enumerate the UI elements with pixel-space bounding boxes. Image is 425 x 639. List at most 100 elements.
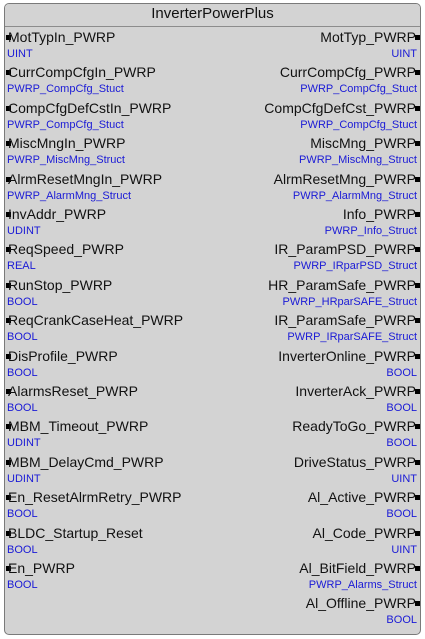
input-pin[interactable]: ReqSpeed_PWRP REAL (5, 241, 215, 276)
input-pin[interactable]: En_ResetAlrmRetry_PWRP BOOL (5, 489, 215, 524)
pin-type: BOOL (7, 579, 38, 591)
pin-type: UINT (391, 48, 417, 60)
pin-type: BOOL (386, 614, 417, 627)
pin-type: BOOL (7, 543, 38, 556)
pin-type: PWRP_CompCfg_Stuct (300, 118, 417, 131)
pin-type: BOOL (7, 366, 38, 379)
pin-name: En_PWRP (8, 560, 75, 576)
pin-name: ReqSpeed_PWRP (8, 241, 124, 258)
pin-name: InvAddr_PWRP (8, 206, 107, 222)
input-pin[interactable]: MBM_DelayCmd_PWRP UDINT (5, 454, 215, 489)
output-pin[interactable]: AlrmResetMng_PWRP PWRP_AlarmMng_Struct (210, 171, 420, 206)
input-pin[interactable]: InvAddr_PWRP UDINT (5, 206, 215, 241)
pin-name: MiscMng_PWRP (310, 135, 416, 152)
pin-name: IR_ParamPSD_PWRP (274, 241, 416, 258)
pin-name: BLDC_Startup_Reset (8, 524, 143, 541)
output-pin[interactable]: Al_Offline_PWRP BOOL (210, 595, 420, 630)
pin-name: AlrmResetMngIn_PWRP (8, 170, 163, 187)
output-pin[interactable]: HR_ParamSafe_PWRP PWRP_HRparSAFE_Struct (210, 277, 420, 312)
output-pin[interactable]: CurrCompCfg_PWRP PWRP_CompCfg_Stuct (210, 64, 420, 99)
input-pin[interactable]: BLDC_Startup_Reset BOOL (5, 525, 215, 560)
pin-name: DriveStatus_PWRP (293, 453, 416, 470)
pin-name: Info_PWRP (342, 206, 416, 222)
input-pin[interactable]: DisProfile_PWRP BOOL (5, 348, 215, 383)
pin-type: PWRP_Alarms_Struct (308, 579, 417, 591)
pin-type: BOOL (7, 508, 38, 521)
pin-name: AlrmResetMng_PWRP (273, 170, 416, 187)
output-pin[interactable]: MotTyp_PWRP UINT (210, 29, 420, 64)
pin-name: AlarmsReset_PWRP (8, 383, 138, 399)
pin-type: PWRP_AlarmMng_Struct (292, 189, 417, 202)
input-pin[interactable]: MotTypIn_PWRP UINT (5, 29, 215, 64)
pin-type: UINT (391, 472, 417, 485)
function-block: InverterPowerPlus MotTypIn_PWRP UINT CurrC… (4, 3, 421, 635)
block-title: InverterPowerPlus (5, 4, 420, 27)
output-pin[interactable]: Al_Code_PWRP UINT (210, 525, 420, 560)
pin-type: BOOL (386, 366, 417, 379)
output-pin[interactable]: Al_BitField_PWRP PWRP_Alarms_Struct (210, 560, 420, 595)
pin-type: PWRP_CompCfg_Stuct (300, 83, 417, 96)
input-pin[interactable]: ReqCrankCaseHeat_PWRP BOOL (5, 312, 215, 347)
output-pin[interactable]: DriveStatus_PWRP UINT (210, 454, 420, 489)
pin-name: CurrCompCfgIn_PWRP (8, 64, 156, 81)
pin-name: Al_BitField_PWRP (299, 560, 416, 576)
pin-type: BOOL (7, 402, 38, 414)
pin-name: CompCfgDefCstIn_PWRP (8, 99, 172, 116)
pin-type: BOOL (386, 402, 417, 414)
pin-type: PWRP_AlarmMng_Struct (7, 189, 132, 202)
pin-name: DisProfile_PWRP (8, 347, 118, 364)
pin-name: HR_ParamSafe_PWRP (268, 276, 416, 293)
pin-name: Al_Active_PWRP (307, 489, 416, 506)
input-pin[interactable]: AlrmResetMngIn_PWRP PWRP_AlarmMng_Struct (5, 171, 215, 206)
pin-type: BOOL (386, 437, 417, 450)
input-pin[interactable]: RunStop_PWRP BOOL (5, 277, 215, 312)
pin-type: UINT (7, 48, 33, 60)
pin-name: ReqCrankCaseHeat_PWRP (8, 312, 184, 329)
output-pin[interactable]: InverterAck_PWRP BOOL (210, 383, 420, 418)
pin-type: BOOL (386, 508, 417, 521)
pin-name: IR_ParamSafe_PWRP (274, 312, 416, 329)
pin-type: BOOL (7, 331, 38, 344)
input-pin[interactable]: MiscMngIn_PWRP PWRP_MiscMng_Struct (5, 135, 215, 170)
pin-name: MiscMngIn_PWRP (8, 135, 126, 152)
output-pin[interactable]: ReadyToGo_PWRP BOOL (210, 418, 420, 453)
pin-type: PWRP_IRparPSD_Struct (293, 260, 417, 273)
output-pin[interactable]: InverterOnline_PWRP BOOL (210, 348, 420, 383)
pin-type: PWRP_MiscMng_Struct (7, 154, 125, 167)
pin-type: UINT (391, 543, 417, 556)
pin-type: PWRP_IRparSAFE_Struct (287, 331, 417, 344)
output-pin[interactable]: MiscMng_PWRP PWRP_MiscMng_Struct (210, 135, 420, 170)
input-pin[interactable]: CompCfgDefCstIn_PWRP PWRP_CompCfg_Stuct (5, 100, 215, 135)
pin-name: RunStop_PWRP (8, 276, 113, 293)
input-pin[interactable]: MBM_Timeout_PWRP UDINT (5, 418, 215, 453)
pin-name: ReadyToGo_PWRP (292, 418, 416, 435)
pin-type: PWRP_MiscMng_Struct (299, 154, 417, 167)
input-pin[interactable]: CurrCompCfgIn_PWRP PWRP_CompCfg_Stuct (5, 64, 215, 99)
pin-type: UDINT (7, 472, 41, 485)
output-pin[interactable]: CompCfgDefCst_PWRP PWRP_CompCfg_Stuct (210, 100, 420, 135)
pin-name: MBM_DelayCmd_PWRP (8, 453, 164, 470)
pin-name: Al_Code_PWRP (312, 524, 417, 541)
pin-name: CurrCompCfg_PWRP (279, 64, 416, 81)
pin-name: CompCfgDefCst_PWRP (264, 99, 416, 116)
pin-name: InverterAck_PWRP (295, 383, 416, 399)
output-pin[interactable]: Info_PWRP PWRP_Info_Struct (210, 206, 420, 241)
pin-name: MotTyp_PWRP (320, 29, 416, 45)
pin-name: InverterOnline_PWRP (278, 347, 416, 364)
pin-type: UDINT (7, 437, 41, 450)
pin-type: BOOL (7, 295, 38, 308)
pin-type: PWRP_Info_Struct (324, 225, 417, 237)
input-pin[interactable]: AlarmsReset_PWRP BOOL (5, 383, 215, 418)
output-pin[interactable]: IR_ParamPSD_PWRP PWRP_IRparPSD_Struct (210, 241, 420, 276)
input-pin[interactable]: En_PWRP BOOL (5, 560, 215, 595)
pin-type: UDINT (7, 225, 41, 237)
output-pin[interactable]: Al_Active_PWRP BOOL (210, 489, 420, 524)
pin-type: PWRP_CompCfg_Stuct (7, 118, 124, 131)
pin-name: Al_Offline_PWRP (305, 595, 416, 612)
pin-name: MotTypIn_PWRP (8, 29, 116, 45)
output-pin[interactable]: IR_ParamSafe_PWRP PWRP_IRparSAFE_Struct (210, 312, 420, 347)
pin-type: PWRP_CompCfg_Stuct (7, 83, 124, 96)
pin-name: En_ResetAlrmRetry_PWRP (8, 489, 182, 506)
pin-type: PWRP_HRparSAFE_Struct (282, 295, 417, 308)
pin-type: REAL (7, 260, 36, 273)
